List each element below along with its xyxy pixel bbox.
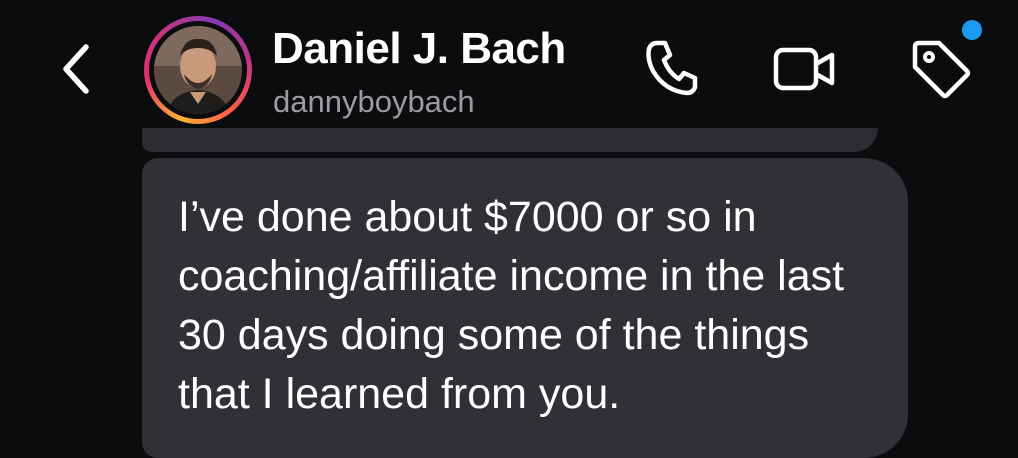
- video-call-button[interactable]: [770, 34, 840, 104]
- contact-username: dannyboybach: [273, 84, 475, 119]
- call-button[interactable]: [636, 32, 706, 102]
- video-camera-icon: [773, 47, 835, 91]
- phone-icon: [646, 40, 698, 96]
- avatar-story-ring[interactable]: [144, 16, 252, 124]
- message-bubble[interactable]: I’ve done about $7000 or so in coaching/…: [142, 158, 908, 458]
- chat-screen: Daniel J. Bach dannyboybach I’ve done ab…: [0, 0, 1018, 458]
- tag-button[interactable]: [906, 34, 976, 104]
- chevron-left-icon: [63, 44, 89, 94]
- contact-name[interactable]: Daniel J. Bach: [272, 24, 566, 74]
- message-text: I’ve done about $7000 or so in coaching/…: [178, 193, 845, 418]
- notification-dot: [962, 20, 982, 40]
- previous-message-bubble: [142, 128, 878, 152]
- chat-header: Daniel J. Bach dannyboybach: [0, 0, 1018, 142]
- back-button[interactable]: [46, 34, 106, 104]
- avatar: [154, 26, 242, 114]
- avatar-photo: [154, 26, 242, 114]
- tag-icon: [912, 40, 971, 99]
